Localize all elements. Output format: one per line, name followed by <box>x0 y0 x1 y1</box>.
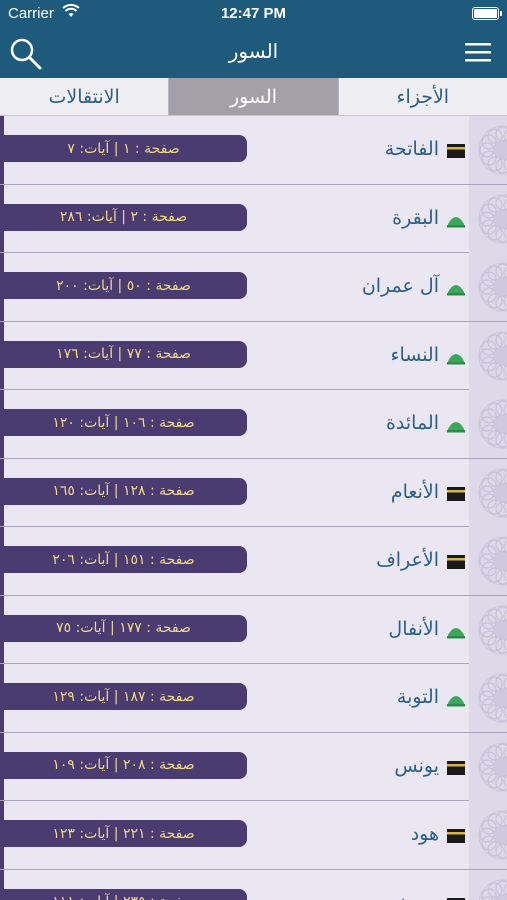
ornament-pattern <box>469 869 507 900</box>
surah-info-badge: صفحة : ٢٠٨ | آيات: ١٠٩ <box>0 751 247 779</box>
tab-bar: الانتقالات السور الأجزاء <box>0 78 507 116</box>
kaaba-icon <box>447 829 465 843</box>
hamburger-menu-icon[interactable] <box>463 40 493 64</box>
ornament-pattern <box>469 527 507 595</box>
kaaba-icon <box>447 144 465 158</box>
surah-info-badge: صفحة : ٢ | آيات: ٢٨٦ <box>0 203 247 231</box>
surah-list: صفحة : ١ | آيات: ٧ الفاتحة صفحة : ٢ | آيات… <box>0 116 507 900</box>
ornament-pattern <box>469 732 507 801</box>
status-bar: Carrier 12:47 PM <box>0 0 507 28</box>
page-title: السور <box>228 39 279 63</box>
ornament-pattern <box>469 458 507 527</box>
medina-dome-icon <box>447 696 465 707</box>
ornament-pattern <box>469 595 507 664</box>
medina-dome-icon <box>447 353 465 364</box>
surah-name: يونس <box>394 754 439 777</box>
surah-name: البقرة <box>392 206 439 229</box>
surah-name: الفاتحة <box>384 138 439 160</box>
surah-name: الأنعام <box>390 480 439 503</box>
surah-name: الأنفال <box>388 617 439 640</box>
medina-dome-icon <box>447 422 465 433</box>
kaaba-icon <box>447 897 465 900</box>
surah-row[interactable]: صفحة : ٥٠ | آيات: ٢٠٠ آل عمران <box>0 253 507 322</box>
medina-dome-icon <box>447 627 465 638</box>
surah-info-badge: صفحة : ١٢٨ | آيات: ١٦٥ <box>0 477 247 505</box>
surah-info-badge: صفحة : ١٠٦ | آيات: ١٢٠ <box>0 409 247 436</box>
surah-row[interactable]: صفحة : ١٢٨ | آيات: ١٦٥ الأنعام <box>0 458 507 527</box>
surah-name: يوسف <box>388 892 439 900</box>
surah-name: المائدة <box>385 412 439 434</box>
tab-surahs[interactable]: السور <box>169 78 339 115</box>
medina-dome-icon <box>447 216 465 227</box>
surah-info-badge: صفحة : ٥٠ | آيات: ٢٠٠ <box>0 272 247 299</box>
surah-row[interactable]: صفحة : ٧٧ | آيات: ١٧٦ النساء <box>0 321 507 390</box>
ornament-pattern <box>469 253 507 321</box>
surah-info-badge: صفحة : ٢٣٥ | آيات: ١١١ <box>0 888 247 900</box>
kaaba-icon <box>447 486 465 501</box>
surah-info-badge: صفحة : ٧٧ | آيات: ١٧٦ <box>0 340 247 368</box>
ornament-pattern <box>469 390 507 458</box>
surah-row[interactable]: صفحة : ١٧٧ | آيات: ٧٥ الأنفال <box>0 595 507 664</box>
surah-row[interactable]: صفحة : ١٨٧ | آيات: ١٢٩ التوبة <box>0 664 507 733</box>
ornament-pattern <box>469 184 507 253</box>
surah-name: التوبة <box>396 686 439 708</box>
surah-row[interactable]: صفحة : ٢٣٥ | آيات: ١١١ يوسف <box>0 869 507 900</box>
surah-info-badge: صفحة : ١٧٧ | آيات: ٧٥ <box>0 614 247 642</box>
ornament-pattern <box>469 321 507 390</box>
surah-info-badge: صفحة : ١٥١ | آيات: ٢٠٦ <box>0 546 247 573</box>
surah-info-badge: صفحة : ١٨٧ | آيات: ١٢٩ <box>0 683 247 710</box>
ornament-pattern <box>469 664 507 732</box>
surah-name: الأعراف <box>376 549 439 571</box>
navigation-bar: السور <box>0 28 507 78</box>
status-time: 12:47 PM <box>220 5 287 22</box>
tab-juz[interactable]: الأجزاء <box>338 78 507 115</box>
battery-icon <box>472 7 502 20</box>
surah-name: النساء <box>390 343 439 366</box>
surah-info-badge: صفحة : ٢٢١ | آيات: ١٢٣ <box>0 820 247 847</box>
surah-name: هود <box>410 823 439 845</box>
surah-row[interactable]: صفحة : ٢٠٨ | آيات: ١٠٩ يونس <box>0 732 507 801</box>
kaaba-icon <box>447 760 465 775</box>
surah-row[interactable]: صفحة : ١٠٦ | آيات: ١٢٠ المائدة <box>0 390 507 459</box>
ornament-pattern <box>469 801 507 869</box>
medina-dome-icon <box>447 285 465 296</box>
surah-row[interactable]: صفحة : ٢ | آيات: ٢٨٦ البقرة <box>0 184 507 253</box>
surah-info-badge: صفحة : ١ | آيات: ٧ <box>0 135 247 162</box>
surah-row[interactable]: صفحة : ١ | آيات: ٧ الفاتحة <box>0 116 507 185</box>
tab-bookmarks[interactable]: الانتقالات <box>0 78 170 115</box>
surah-row[interactable]: صفحة : ٢٢١ | آيات: ١٢٣ هود <box>0 801 507 870</box>
surah-row[interactable]: صفحة : ١٥١ | آيات: ٢٠٦ الأعراف <box>0 527 507 596</box>
surah-name: آل عمران <box>361 275 439 297</box>
ornament-pattern <box>469 116 507 184</box>
kaaba-icon <box>447 555 465 569</box>
